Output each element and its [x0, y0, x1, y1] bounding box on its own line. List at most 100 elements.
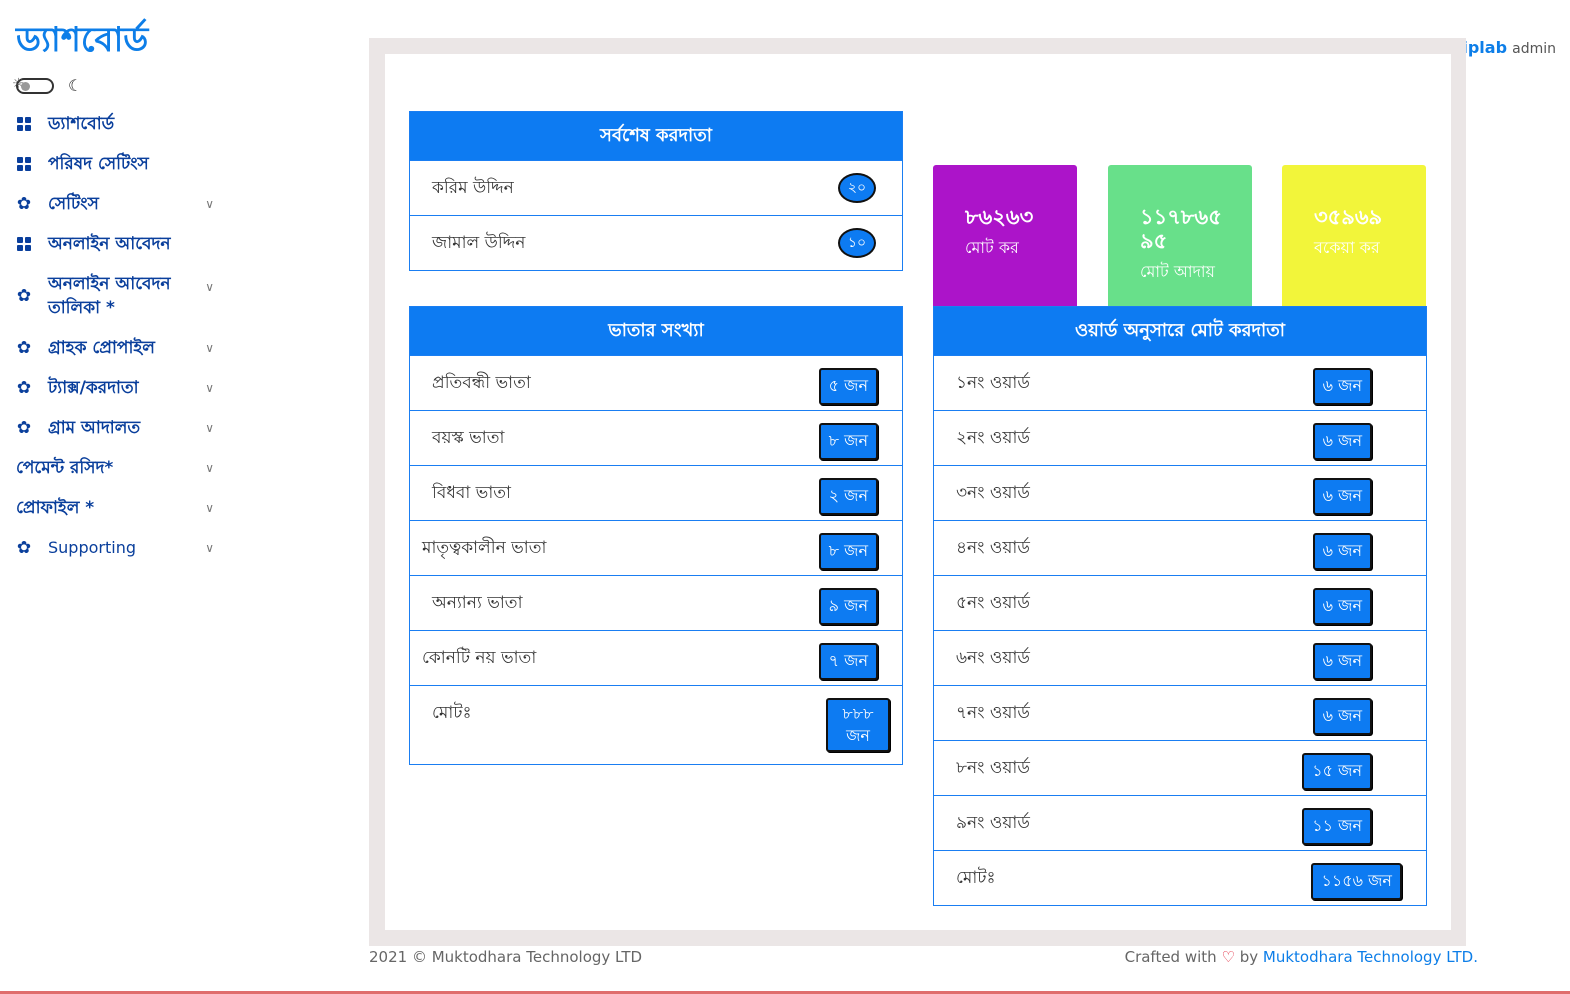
table-row: অন্যান্য ভাতা ৯ জন [410, 575, 902, 630]
allowance-name: বিধবা ভাতা [432, 483, 511, 503]
list-item: করিম উদ্দিন ২০ [410, 160, 902, 215]
ward-name: ৭নং ওয়ার্ড [956, 703, 1030, 723]
count-badge: ৬ জন [1312, 643, 1372, 680]
sidebar-item-payment-receipt[interactable]: পেমেন্ট রসিদ* ∨ [16, 448, 226, 488]
sidebar-item-dashboard[interactable]: ড্যাশবোর্ড [16, 104, 226, 144]
sidebar-item-village-court[interactable]: ✿ গ্রাম আদালত ∨ [16, 408, 226, 448]
ward-name: ৬নং ওয়ার্ড [956, 648, 1030, 668]
sidebar-item-label: অনলাইন আবেদন তালিকা * [48, 274, 171, 318]
brand-title[interactable]: ড্যাশবোর্ড [16, 14, 148, 71]
count-badge: ৯ জন [818, 588, 878, 625]
total-badge: ৮৮৮ জন [826, 698, 890, 752]
count-badge: ৫ জন [818, 368, 878, 405]
table-row: ২নং ওয়ার্ড ৬ জন [934, 410, 1426, 465]
company-link[interactable]: Muktodhara Technology LTD [1263, 948, 1473, 966]
latest-taxpayers-card: সর্বশেষ করদাতা করিম উদ্দিন ২০ জামাল উদ্দ… [409, 111, 903, 271]
count-badge: ১১ জন [1302, 808, 1372, 845]
ward-taxpayers-card: ওয়ার্ড অনুসারে মোট করদাতা ১নং ওয়ার্ড ৬… [933, 306, 1427, 906]
table-row: ৫নং ওয়ার্ড ৬ জন [934, 575, 1426, 630]
chevron-down-icon[interactable]: ∨ [205, 381, 214, 395]
sidebar-item-online-application-list[interactable]: ✿ অনলাইন আবেদন তালিকা * ∨ [16, 264, 226, 328]
count-badge: ৬ জন [1312, 533, 1372, 570]
count-badge: ২০ [838, 173, 876, 203]
total-tax-card: ৮৬২৬৩ মোট কর [933, 165, 1077, 323]
count-badge: ৬ জন [1312, 368, 1372, 405]
table-row: ৬নং ওয়ার্ড ৬ জন [934, 630, 1426, 685]
table-row: ৯নং ওয়ার্ড ১১ জন [934, 795, 1426, 850]
chevron-down-icon[interactable]: ∨ [205, 197, 214, 211]
allowance-name: মাতৃত্বকালীন ভাতা [422, 538, 547, 558]
count-badge: ১৫ জন [1302, 753, 1372, 790]
sidebar-item-label: অনলাইন আবেদন [48, 234, 171, 254]
chevron-down-icon[interactable]: ∨ [205, 461, 214, 475]
table-row: কোনটি নয় ভাতা ৭ জন [410, 630, 902, 685]
ward-name: ৮নং ওয়ার্ড [956, 758, 1030, 778]
count-badge: ১০ [838, 228, 876, 258]
sidebar-item-label: সেটিংস [48, 194, 99, 214]
sidebar-item-supporting[interactable]: ✿ Supporting ∨ [16, 528, 226, 568]
list-item: জামাল উদ্দিন ১০ [410, 215, 902, 270]
theme-switch[interactable]: ☼ [12, 76, 54, 94]
allowance-name: বয়স্ক ভাতা [432, 428, 505, 448]
total-label: মোটঃ [432, 703, 472, 723]
allowance-name: অন্যান্য ভাতা [432, 593, 523, 613]
table-row: ৮নং ওয়ার্ড ১৫ জন [934, 740, 1426, 795]
crafted-text: Crafted with [1124, 948, 1217, 966]
taxpayer-name: জামাল উদ্দিন [432, 233, 526, 253]
sidebar-item-label: ড্যাশবোর্ড [48, 114, 115, 134]
gear-icon: ✿ [16, 378, 32, 398]
total-row: মোটঃ ১১৫৬ জন [934, 850, 1426, 905]
sidebar-item-label: Supporting [48, 538, 136, 557]
count-badge: ৬ জন [1312, 698, 1372, 735]
stat-label: বকেয়া কর [1314, 238, 1380, 257]
theme-toggle-row: ☼ ☾ [12, 76, 82, 96]
stat-value: ৩৫৯৬৯ [1314, 205, 1383, 229]
grid-icon [16, 156, 32, 172]
card-title: ওয়ার্ড অনুসারে মোট করদাতা [934, 307, 1426, 355]
sidebar-nav: ড্যাশবোর্ড পরিষদ সেটিংস ✿ সেটিংস ∨ অনলাই… [16, 104, 226, 568]
heart-icon: ♡ [1221, 948, 1235, 966]
chevron-down-icon[interactable]: ∨ [205, 541, 214, 555]
chevron-down-icon[interactable]: ∨ [205, 280, 214, 294]
stat-value: ১১৭৮৬৫ ৯৫ [1140, 205, 1222, 253]
sidebar-item-tax[interactable]: ✿ ট্যাক্স/করদাতা ∨ [16, 368, 226, 408]
gear-icon: ✿ [16, 338, 32, 358]
gear-icon: ✿ [16, 418, 32, 438]
sidebar-item-profile[interactable]: প্রোফাইল * ∨ [16, 488, 226, 528]
sidebar-item-label: গ্রাহক প্রোপাইল [48, 338, 155, 358]
sidebar-item-label: পরিষদ সেটিংস [48, 154, 149, 174]
count-badge: ৮ জন [818, 533, 878, 570]
sidebar: ড্যাশবোর্ড ☼ ☾ ড্যাশবোর্ড পরিষদ সেটিংস ✿… [0, 0, 240, 994]
chevron-down-icon[interactable]: ∨ [205, 341, 214, 355]
sidebar-item-customer-profile[interactable]: ✿ গ্রাহক প্রোপাইল ∨ [16, 328, 226, 368]
count-badge: ৮ জন [818, 423, 878, 460]
table-row: ১নং ওয়ার্ড ৬ জন [934, 355, 1426, 410]
footer-copyright: 2021 © Muktodhara Technology LTD [369, 948, 643, 966]
allowance-card: ভাতার সংখ্যা প্রতিবন্ধী ভাতা ৫ জন বয়স্ক… [409, 306, 903, 765]
count-badge: ৬ জন [1312, 423, 1372, 460]
count-badge: ৭ জন [818, 643, 878, 680]
chevron-down-icon[interactable]: ∨ [205, 501, 214, 515]
table-row: মাতৃত্বকালীন ভাতা ৮ জন [410, 520, 902, 575]
table-row: বয়স্ক ভাতা ৮ জন [410, 410, 902, 465]
table-row: বিধবা ভাতা ২ জন [410, 465, 902, 520]
sidebar-item-council-settings[interactable]: পরিষদ সেটিংস [16, 144, 226, 184]
taxpayer-name: করিম উদ্দিন [432, 178, 514, 198]
content-area: সর্বশেষ করদাতা করিম উদ্দিন ২০ জামাল উদ্দ… [385, 54, 1451, 930]
allowance-name: কোনটি নয় ভাতা [422, 648, 537, 668]
user-role: admin [1512, 41, 1556, 57]
ward-name: ৫নং ওয়ার্ড [956, 593, 1030, 613]
sidebar-item-settings[interactable]: ✿ সেটিংস ∨ [16, 184, 226, 224]
table-row: ৪নং ওয়ার্ড ৬ জন [934, 520, 1426, 575]
card-title: সর্বশেষ করদাতা [410, 112, 902, 160]
chevron-down-icon[interactable]: ∨ [205, 421, 214, 435]
total-collected-card: ১১৭৮৬৫ ৯৫ মোট আদায় [1108, 165, 1252, 323]
table-row: প্রতিবন্ধী ভাতা ৫ জন [410, 355, 902, 410]
total-badge: ১১৫৬ জন [1311, 863, 1402, 900]
sidebar-item-online-application[interactable]: অনলাইন আবেদন [16, 224, 226, 264]
user-info[interactable]: biplab admin [1451, 38, 1556, 57]
switch-knob [21, 81, 30, 91]
ward-name: ৩নং ওয়ার্ড [956, 483, 1030, 503]
footer-credits: Crafted with ♡ by Muktodhara Technology … [1125, 948, 1478, 966]
sidebar-item-label: গ্রাম আদালত [48, 418, 141, 438]
